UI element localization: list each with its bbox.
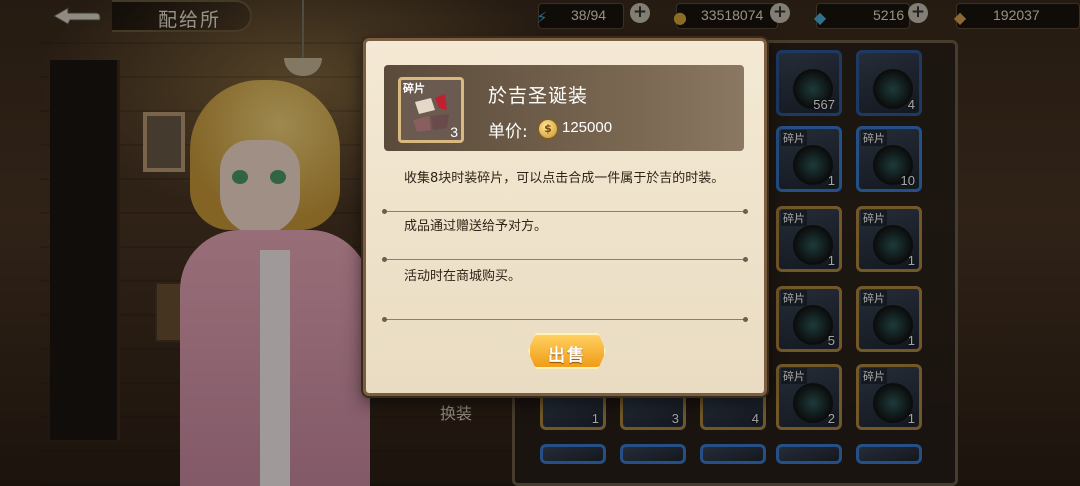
divider (382, 257, 748, 262)
item-detail-dialog: 碎片 3 於吉圣诞装 单价: $ 125000 收集8块时装碎片，可以点击合成一… (363, 38, 767, 396)
price-value: 125000 (562, 119, 613, 136)
item-count: 3 (450, 124, 458, 140)
sell-button-label: 出售 (548, 346, 586, 366)
item-name: 於吉圣诞装 (488, 85, 589, 107)
item-source: 活动时在商城购买。 (404, 269, 522, 284)
item-icon: 碎片 3 (398, 77, 464, 143)
coin-icon: $ (538, 119, 558, 139)
price-label: 单价: (488, 122, 528, 142)
sell-button[interactable]: 出售 (528, 333, 606, 369)
divider (382, 317, 748, 322)
item-description: 收集8块时装碎片，可以点击合成一件属于於吉的时装。 (404, 171, 725, 186)
item-usage: 成品通过赠送给予对方。 (404, 219, 548, 234)
item-header: 碎片 3 於吉圣诞装 单价: $ 125000 (384, 65, 744, 151)
divider (382, 209, 748, 214)
